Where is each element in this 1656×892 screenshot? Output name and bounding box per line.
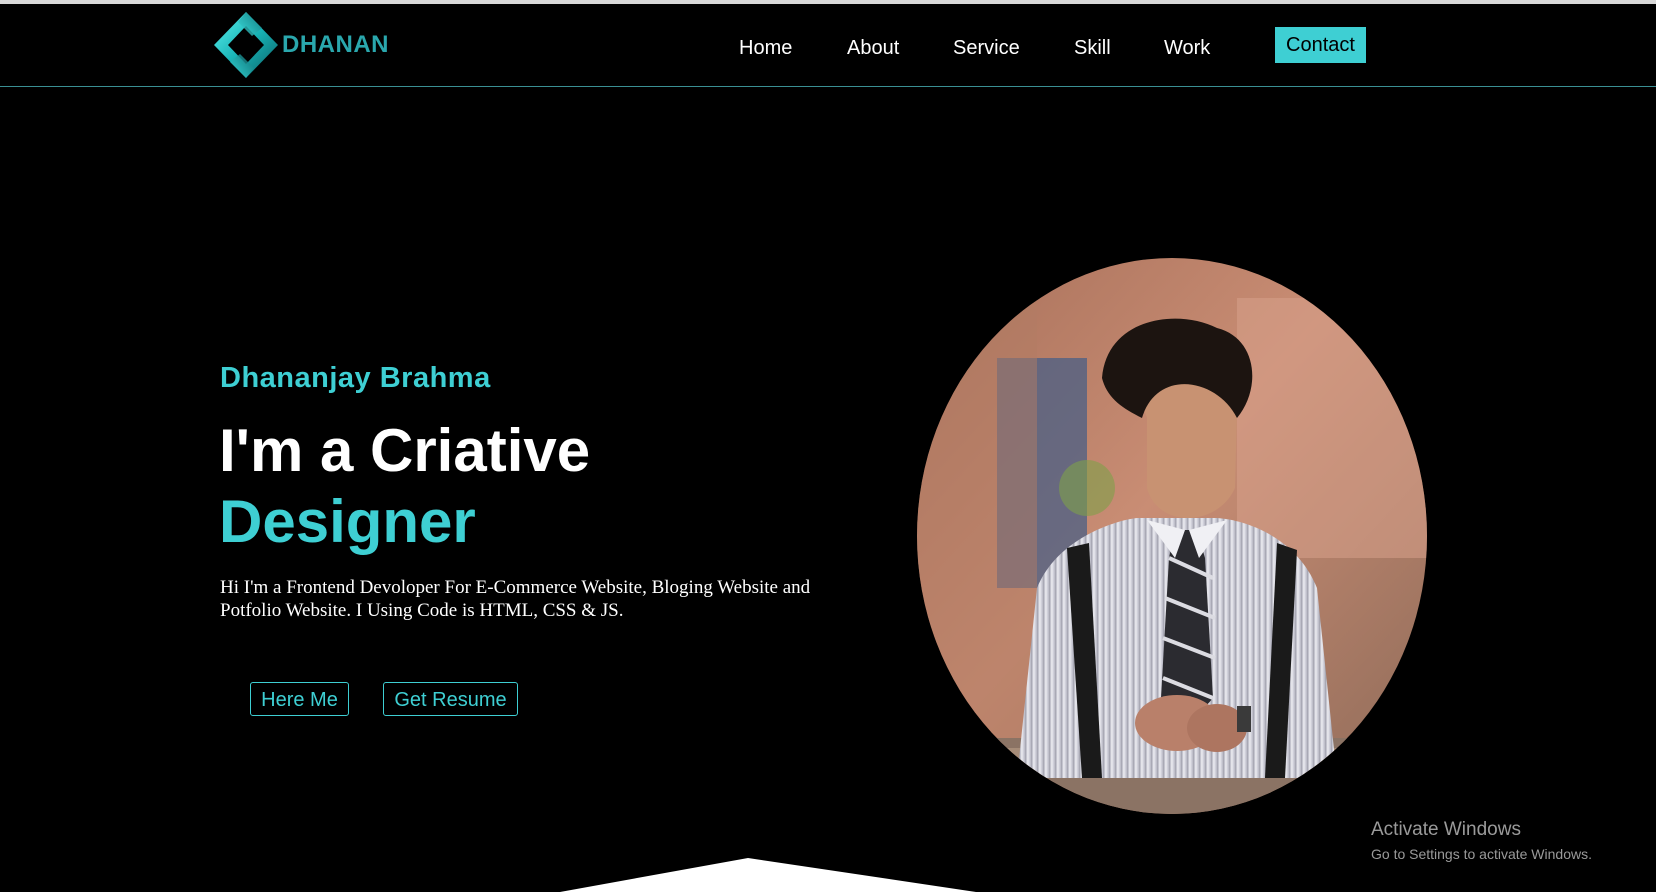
windows-activation-watermark: Activate Windows Go to Settings to activ… [1371,818,1592,864]
nav-home[interactable]: Home [739,30,792,66]
nav-contact-button[interactable]: Contact [1275,27,1366,63]
hero-headline-line1: I'm a Criative [219,417,591,484]
site-header: DHANAN Home About Service Skill Work Con… [0,4,1656,87]
nav-about[interactable]: About [847,30,899,66]
watermark-title: Activate Windows [1371,819,1521,840]
hire-me-button[interactable]: Here Me [250,682,349,716]
watermark-subtitle: Go to Settings to activate Windows. [1371,846,1592,862]
profile-photo [917,258,1427,814]
main-nav: Home About Service Skill Work Contact [0,4,1656,86]
get-resume-button[interactable]: Get Resume [383,682,518,716]
hero-description: Hi I'm a Frontend Devoloper For E-Commer… [220,577,811,621]
nav-work[interactable]: Work [1164,30,1210,66]
hero-name: Dhananjay Brahma [220,362,491,394]
nav-skill[interactable]: Skill [1074,30,1111,66]
hero-headline-line2: Designer [219,488,476,555]
portrait-photo [917,258,1427,814]
nav-service[interactable]: Service [953,30,1020,66]
